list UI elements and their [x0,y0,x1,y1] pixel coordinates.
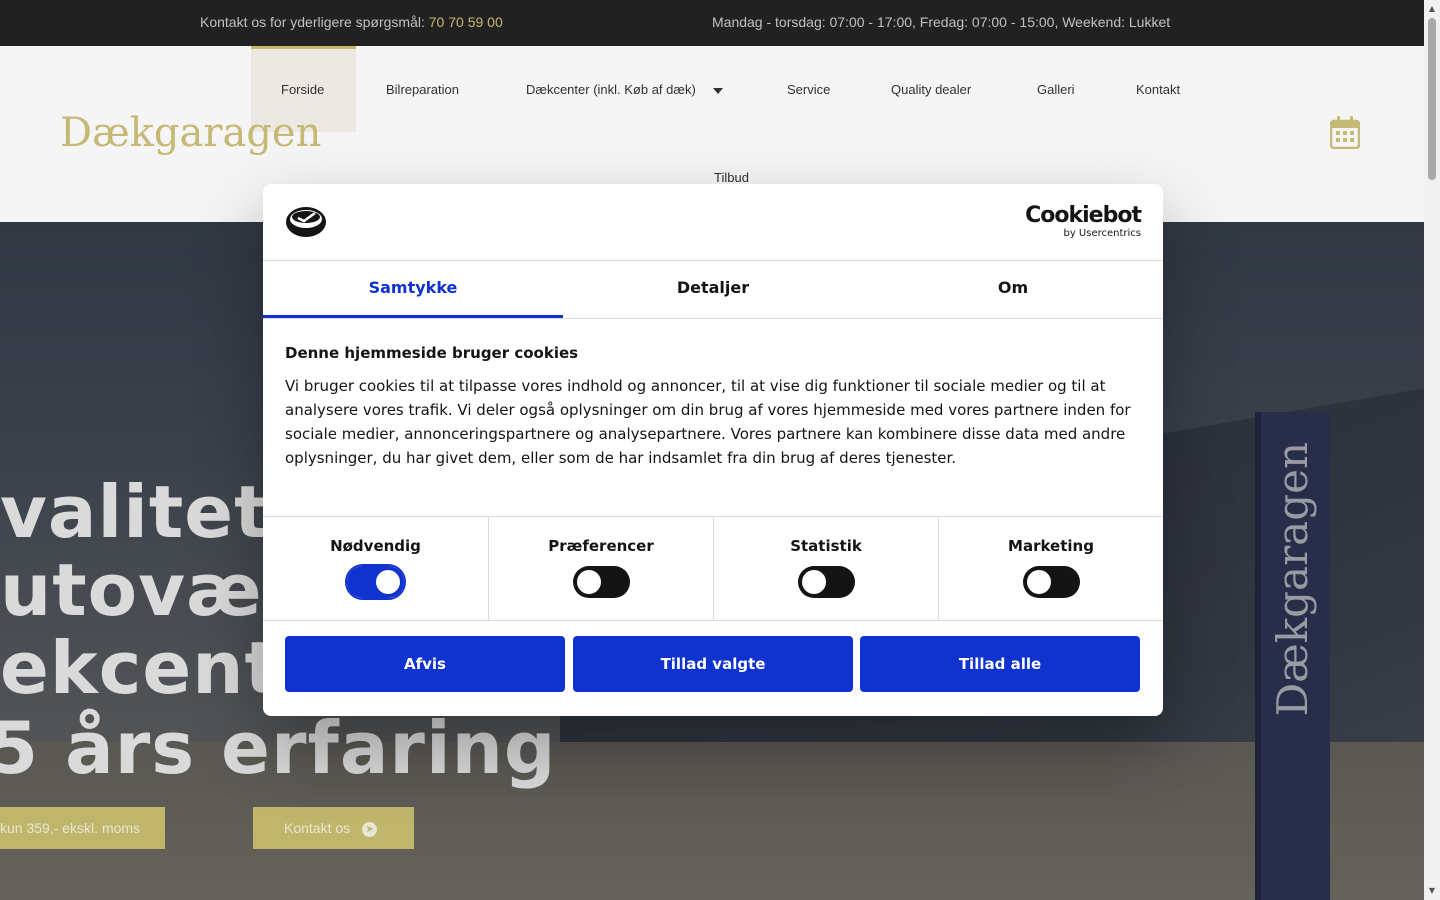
toggle-label-statistics: Statistik [790,537,862,555]
toggle-necessary[interactable] [345,564,406,600]
toggle-cell-preferences: Præferencer [488,517,713,621]
toggle-knob [577,570,601,594]
tab-detaljer[interactable]: Detaljer [563,261,863,318]
reject-button[interactable]: Afvis [285,636,565,692]
scroll-up-icon[interactable]: ▲ [1427,4,1437,13]
allow-selected-button[interactable]: Tillad valgte [573,636,853,692]
toggle-label-necessary: Nødvendig [330,537,421,555]
toggle-knob [1027,570,1051,594]
consent-toggles: Nødvendig Præferencer Statistik Marketin… [263,516,1163,621]
toggle-preferences[interactable] [573,566,630,598]
toggle-cell-statistics: Statistik [713,517,938,621]
dialog-header: Cookiebot by Usercentrics [263,184,1163,261]
consent-tabs: Samtykke Detaljer Om [263,261,1163,319]
toggle-knob [802,570,826,594]
dialog-title: Denne hjemmeside bruger cookies [285,344,579,362]
tab-om[interactable]: Om [863,261,1163,318]
cookiebot-brand: Cookiebot by Usercentrics [1025,203,1142,240]
scrollbar-thumb[interactable] [1428,18,1436,180]
dialog-body-text: Vi bruger cookies til at tilpasse vores … [285,377,1131,467]
toggle-cell-marketing: Marketing [938,517,1163,621]
cookiebot-logo-icon [286,207,326,237]
toggle-statistics[interactable] [798,566,855,598]
tab-samtykke[interactable]: Samtykke [263,261,563,318]
toggle-marketing[interactable] [1023,566,1080,598]
toggle-label-preferences: Præferencer [548,537,654,555]
toggle-cell-necessary: Nødvendig [263,517,488,621]
allow-all-button[interactable]: Tillad alle [860,636,1140,692]
cookiebot-brand-name: Cookiebot [1025,203,1142,228]
scroll-down-icon[interactable]: ▼ [1427,886,1437,895]
toggle-label-marketing: Marketing [1008,537,1094,555]
toggle-knob [376,570,400,594]
cookiebot-brand-sub: by Usercentrics [1063,228,1141,239]
cookie-consent-dialog: Cookiebot by Usercentrics Samtykke Detal… [263,184,1163,716]
